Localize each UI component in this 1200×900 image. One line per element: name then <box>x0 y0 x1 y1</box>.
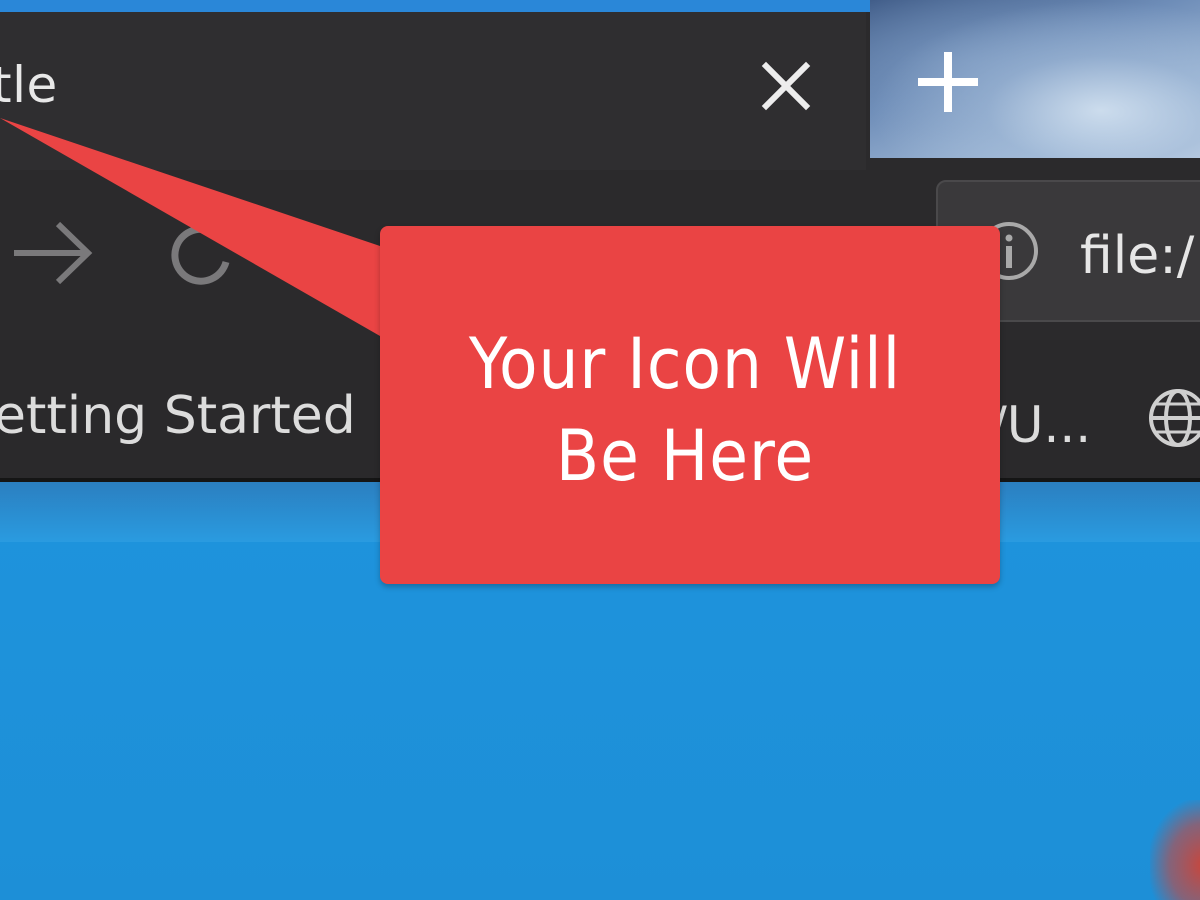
reload-button[interactable] <box>166 218 236 288</box>
callout-text: Your Icon Will Be Here <box>380 318 990 502</box>
callout-line-1: Your Icon Will <box>468 323 902 405</box>
page-decoration <box>1150 800 1200 900</box>
tab-title: tle <box>0 56 58 114</box>
close-icon <box>761 61 811 111</box>
new-tab-button[interactable] <box>912 46 984 118</box>
plus-icon <box>918 52 978 112</box>
bookmark-getting-started[interactable]: etting Started <box>0 386 356 446</box>
browser-window: tle file:/ etting Started /U... Your Ico… <box>0 0 1200 900</box>
tab-close-button[interactable] <box>758 58 814 114</box>
callout-line-2: Be Here <box>555 415 815 497</box>
reload-icon <box>171 225 230 285</box>
arrow-right-icon <box>14 221 93 285</box>
bookmark-globe[interactable] <box>1146 386 1200 450</box>
url-text[interactable]: file:/ <box>1080 226 1194 286</box>
forward-button[interactable] <box>10 218 96 288</box>
active-tab-indicator <box>0 0 870 12</box>
tab-active[interactable] <box>0 12 866 172</box>
bookmark-item[interactable]: /U... <box>990 396 1091 454</box>
globe-icon <box>1149 389 1200 447</box>
